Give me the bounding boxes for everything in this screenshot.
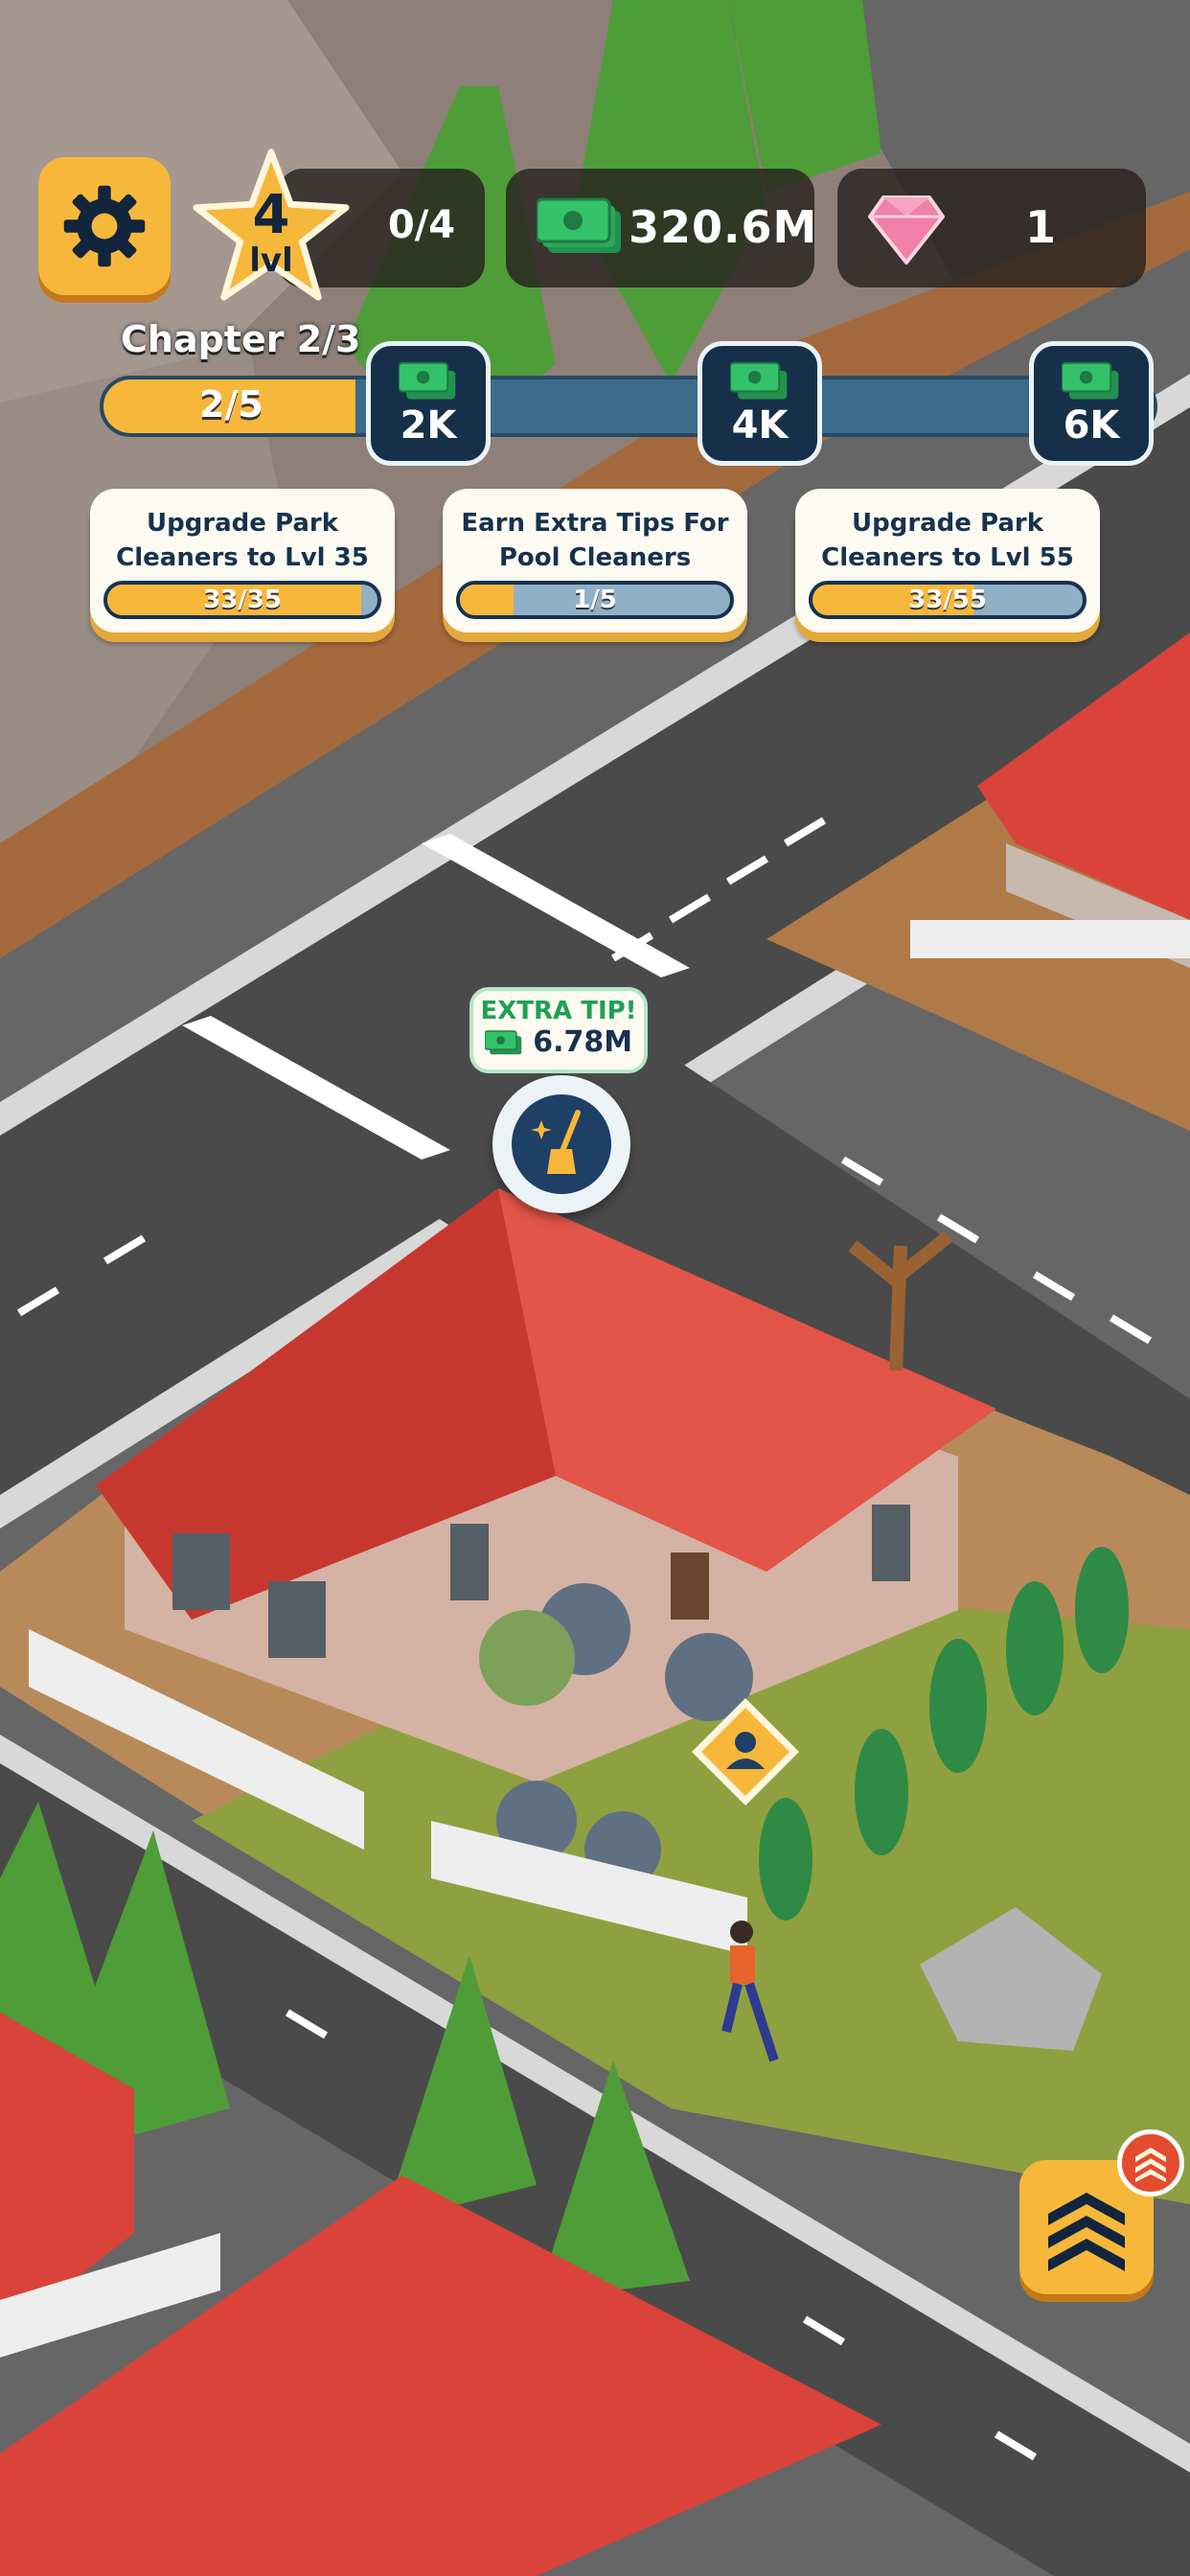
level-unit: lvl <box>249 242 293 280</box>
reward-amount: 6K <box>1063 403 1120 448</box>
quest-title: Upgrade Park Cleaners to Lvl 55 <box>821 509 1074 572</box>
quest-card-2[interactable]: Earn Extra Tips For Pool Cleaners 1/5 <box>443 489 747 632</box>
level-badge[interactable]: 4 lvl <box>190 146 353 309</box>
extra-tip-title: EXTRA TIP! <box>480 997 637 1025</box>
cash-stack-icon <box>399 361 456 400</box>
gem-panel[interactable] <box>837 169 1146 288</box>
settings-button[interactable] <box>38 157 171 295</box>
quest-title: Earn Extra Tips For Pool Cleaners <box>461 509 729 572</box>
cash-stack-icon <box>537 197 621 253</box>
reward-amount: 4K <box>731 403 789 448</box>
quest-card-3[interactable]: Upgrade Park Cleaners to Lvl 55 33/55 <box>795 489 1100 632</box>
cash-stack-icon <box>730 361 788 400</box>
cash-stack-icon <box>484 1029 522 1054</box>
upgrade-notification-badge <box>1117 2129 1184 2196</box>
level-number: 4 <box>252 184 290 246</box>
quest-progress-text: 33/55 <box>908 586 987 614</box>
cash-amount: 320.6M <box>629 201 818 253</box>
gear-icon <box>63 185 146 267</box>
quest-card-1[interactable]: Upgrade Park Cleaners to Lvl 35 33/35 <box>90 489 395 632</box>
chapter-label: Chapter 2/3 <box>121 318 361 360</box>
extra-tip-amount: 6.78M <box>533 1025 633 1059</box>
extra-tip-bubble[interactable]: EXTRA TIP! 6.78M <box>469 987 648 1073</box>
worker-marker[interactable] <box>688 1694 803 1809</box>
broom-bucket-icon <box>512 1094 611 1194</box>
extra-tip-amount-row: 6.78M <box>473 1025 644 1059</box>
gem-icon <box>868 196 945 264</box>
chapter-reward-2[interactable]: 4K <box>698 341 822 466</box>
gem-count: 1 <box>1025 201 1057 253</box>
quest-progress-bar: 1/5 <box>456 581 734 619</box>
quest-progress-text: 33/35 <box>203 586 282 614</box>
quest-progress-bar: 33/35 <box>103 581 381 619</box>
cash-stack-icon <box>1062 361 1119 400</box>
quest-progress-bar: 33/55 <box>809 581 1087 619</box>
chevrons-up-icon <box>1048 2193 1125 2271</box>
chapter-progress-text: 2/5 <box>199 383 263 426</box>
reward-amount: 2K <box>400 403 457 448</box>
quest-title: Upgrade Park Cleaners to Lvl 35 <box>116 509 369 572</box>
chapter-reward-1[interactable]: 2K <box>366 341 491 466</box>
chapter-reward-3[interactable]: 6K <box>1029 341 1154 466</box>
clean-action-button[interactable] <box>492 1075 630 1213</box>
person-icon <box>692 1698 799 1806</box>
quest-progress-text: 1/5 <box>573 586 617 614</box>
chevrons-up-icon <box>1135 2148 1166 2182</box>
level-xp-text: 0/4 <box>387 203 456 247</box>
